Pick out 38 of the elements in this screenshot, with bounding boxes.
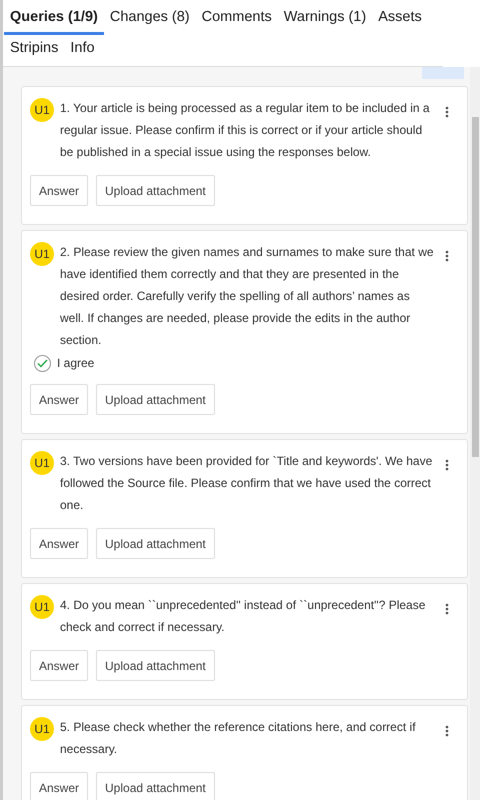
user-badge: U1 [30, 717, 54, 741]
more-options-icon[interactable] [445, 250, 449, 262]
check-icon [37, 358, 48, 368]
upload-attachment-button[interactable]: Upload attachment [96, 528, 215, 559]
blank-chip [422, 67, 464, 79]
agree-label: I agree [57, 355, 94, 372]
tab[interactable]: Info [64, 35, 101, 66]
scrollbar-thumb[interactable] [472, 117, 478, 457]
tab[interactable]: Changes (8) [104, 4, 196, 35]
query-text: 1. Your article is being processed as a regular item to be included in a regular issue. Please confirm if this is correct or if your article should be published in a special issue using the responses below. [60, 100, 431, 161]
scrollbar[interactable] [470, 67, 480, 800]
agree-checkbox[interactable] [34, 354, 51, 372]
tab[interactable]: Warnings (1) [278, 4, 372, 35]
tab[interactable]: Queries (1/9) [4, 4, 104, 35]
answer-button[interactable]: Answer [30, 528, 88, 559]
user-badge: U1 [30, 451, 54, 475]
user-badge: U1 [30, 595, 54, 619]
more-options-icon[interactable] [445, 106, 449, 118]
user-badge: U1 [30, 242, 54, 266]
more-options-icon[interactable] [445, 725, 449, 737]
more-options-icon[interactable] [445, 603, 449, 615]
more-options-icon[interactable] [445, 459, 449, 471]
user-badge: U1 [30, 98, 54, 122]
query-text: 3. Two versions have been provided for `Title and keywords'. We have followed the Source file. Please confirm that we have used the correct one. [60, 453, 434, 514]
query-text: 4. Do you mean ``unprecedented'' instead of ``unprecedent''? Please check and correct if necessary. [60, 597, 426, 636]
tab[interactable]: Stripins [4, 35, 64, 66]
tab[interactable]: Assets [372, 4, 428, 35]
upload-attachment-button[interactable]: Upload attachment [96, 650, 215, 681]
answer-button[interactable]: Answer [30, 772, 88, 800]
query-text: 5. Please check whether the reference citations here, and correct if necessary. [60, 719, 417, 758]
answer-button[interactable]: Answer [30, 384, 88, 415]
query-text: 2. Please review the given names and surnames to make sure that we have identified them correctly and that they are presented in the desired order. Carefully verify the spelling of all authors’ names as well. If changes are needed, please provide the edits in the author section. [60, 244, 435, 349]
upload-attachment-button[interactable]: Upload attachment [96, 384, 215, 415]
upload-attachment-button[interactable]: Upload attachment [96, 175, 215, 206]
answer-button[interactable]: Answer [30, 175, 88, 206]
answer-button[interactable]: Answer [30, 650, 88, 681]
upload-attachment-button[interactable]: Upload attachment [96, 772, 215, 800]
tab[interactable]: Comments [196, 4, 278, 35]
